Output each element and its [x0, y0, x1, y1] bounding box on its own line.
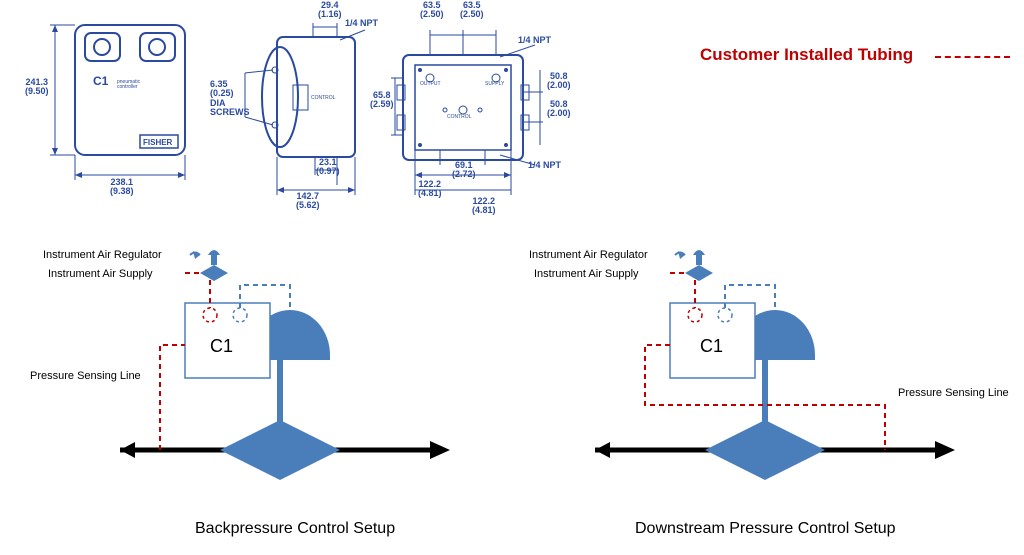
drawing-front: C1 pneumatic controller FISHER	[35, 15, 190, 195]
port-side-top: 1/4 NPT	[345, 18, 378, 28]
controller-label-left: C1	[210, 336, 233, 357]
legend-swatch	[935, 56, 1010, 58]
dim-back-center: 69.1(2.72)	[452, 161, 476, 180]
label-sensing-left: Pressure Sensing Line	[30, 370, 141, 382]
dim-back-row-bot: 50.8(2.00)	[547, 100, 571, 119]
svg-text:CONTROL: CONTROL	[447, 114, 472, 120]
drawing-back: OUTPUT SUPPLY CONTROL	[385, 15, 570, 220]
dim-front-width: 238.1(9.38)	[110, 178, 134, 197]
svg-text:C1: C1	[93, 74, 109, 88]
title-right: Downstream Pressure Control Setup	[635, 520, 896, 538]
svg-text:controller: controller	[117, 84, 138, 90]
svg-text:CONTROL: CONTROL	[311, 95, 336, 101]
label-supply-right: Instrument Air Supply	[534, 268, 639, 280]
legend-label: Customer Installed Tubing	[700, 45, 913, 65]
dim-back-height: 65.8(2.59)	[370, 91, 394, 110]
port-back-top: 1/4 NPT	[518, 35, 551, 45]
dim-back-col-right: 63.5(2.50)	[460, 1, 484, 20]
dim-side-top: 29.4(1.16)	[318, 1, 342, 20]
port-back-bottom: 1/4 NPT	[528, 160, 561, 170]
controller-label-right: C1	[700, 336, 723, 357]
dim-side-screws: 6.35(0.25)DIASCREWS	[210, 80, 250, 118]
label-sensing-right: Pressure Sensing Line	[898, 387, 1009, 399]
svg-text:FISHER: FISHER	[143, 138, 173, 147]
title-left: Backpressure Control Setup	[195, 520, 395, 538]
dim-side-total: 142.7(5.62)	[296, 192, 320, 211]
label-regulator-left: Instrument Air Regulator	[43, 249, 162, 261]
dim-back-width: 122.2(4.81)	[418, 180, 442, 199]
label-regulator-right: Instrument Air Regulator	[529, 249, 648, 261]
schematic-backpressure	[100, 245, 470, 500]
schematic-downstream	[555, 245, 975, 500]
dim-back-width2: 122.2(4.81)	[472, 197, 496, 216]
dim-side-depth: 23.1(0.97)	[316, 158, 340, 177]
dim-back-row-top: 50.8(2.00)	[547, 72, 571, 91]
dim-back-col-left: 63.5(2.50)	[420, 1, 444, 20]
dim-front-height: 241.3(9.50)	[25, 78, 49, 97]
label-supply-left: Instrument Air Supply	[48, 268, 153, 280]
